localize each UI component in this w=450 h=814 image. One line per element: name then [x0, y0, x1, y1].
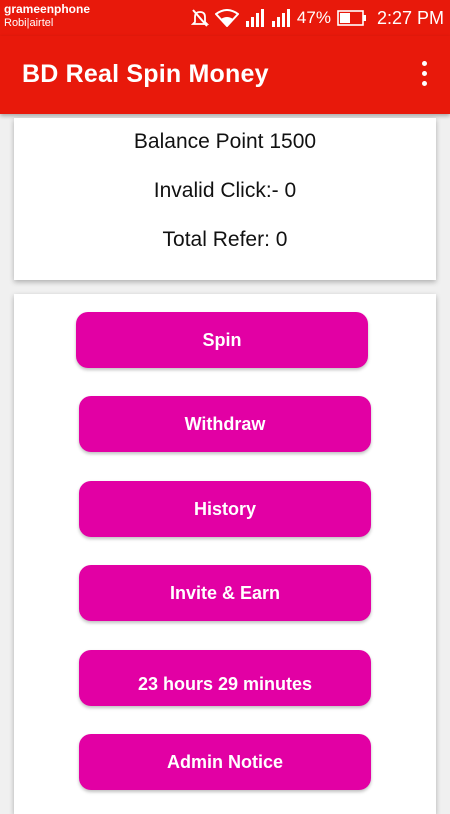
app-title: BD Real Spin Money [22, 60, 269, 88]
invite-earn-button[interactable]: Invite & Earn [79, 565, 371, 621]
app-bar: BD Real Spin Money [0, 36, 450, 114]
history-button[interactable]: History [79, 481, 371, 537]
status-icons: 47% 2:27 PM [190, 6, 444, 30]
spin-button[interactable]: Spin [76, 312, 368, 368]
carrier-primary: grameenphone [4, 2, 91, 16]
stats-card: Balance Point 1500 Invalid Click:- 0 Tot… [14, 118, 436, 280]
battery-percent: 47% [296, 8, 331, 27]
mute-icon [190, 8, 209, 28]
withdraw-button[interactable]: Withdraw [79, 396, 371, 452]
actions-card: Spin Withdraw History Invite & Earn 23 h… [14, 294, 436, 814]
carrier-secondary: Robi|airtel [4, 17, 54, 29]
clock: 2:27 PM [376, 7, 444, 28]
timer-button[interactable]: 23 hours 29 minutes [79, 650, 371, 706]
total-refer: Total Refer: 0 [162, 228, 288, 251]
admin-notice-button[interactable]: Admin Notice [79, 734, 371, 790]
status-bar: grameenphone Robi|airtel 47% 2:27 PM [0, 0, 450, 36]
battery-icon [337, 10, 367, 26]
signal-icon [271, 9, 291, 27]
invalid-click: Invalid Click:- 0 [153, 179, 297, 202]
balance-point: Balance Point 1500 [133, 130, 317, 153]
signal-icon [245, 9, 265, 27]
wifi-icon [214, 9, 239, 27]
overflow-menu-icon[interactable] [418, 61, 430, 91]
